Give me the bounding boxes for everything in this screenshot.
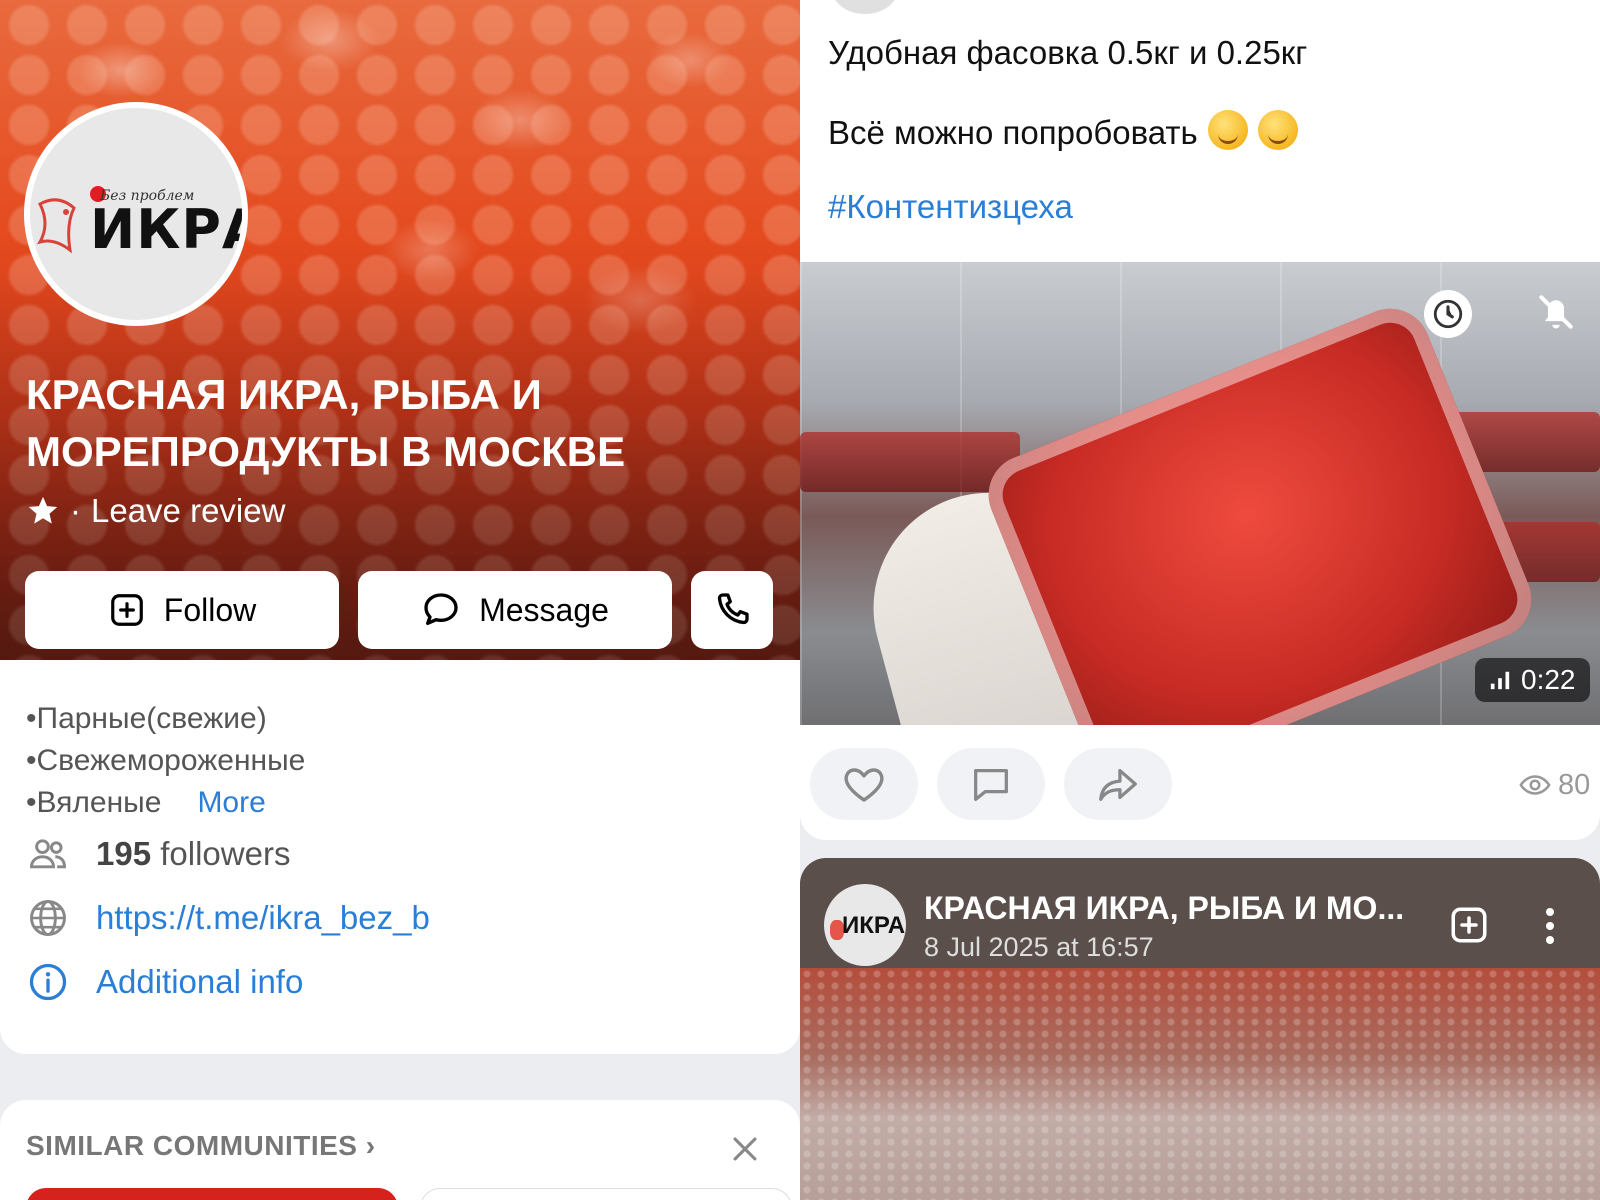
post-author-avatar[interactable] [832, 0, 898, 14]
description-line: •Парные(свежие) [26, 702, 267, 735]
community-avatar[interactable]: Без проблем ИКРА [24, 102, 248, 326]
description-line-last: •Вяленые More [26, 782, 305, 824]
followers-label: followers [160, 835, 291, 872]
like-button[interactable] [810, 748, 918, 820]
post-author-avatar[interactable]: ИКРА [824, 884, 906, 966]
phone-icon [717, 593, 749, 625]
post-text: Всё можно попробовать [828, 114, 1198, 151]
message-label: Message [479, 591, 609, 628]
hashtag-link[interactable]: #Контентизцеха [828, 188, 1073, 226]
share-button[interactable] [1064, 748, 1172, 820]
mute-icon[interactable] [1534, 290, 1578, 334]
background-shelf [800, 432, 1020, 492]
close-icon[interactable] [728, 1132, 762, 1166]
video-player[interactable]: 0:22 [800, 262, 1600, 725]
screen: Без проблем ИКРА КРАСНАЯ ИКРА, РЫБА И МО… [0, 0, 1600, 1200]
logo-title: ИКРА [90, 198, 248, 261]
people-icon [30, 839, 66, 869]
info-circle-icon [29, 963, 67, 1001]
fish-logo-icon [36, 198, 76, 254]
website-row[interactable]: https://t.me/ikra_bez_b [26, 896, 430, 940]
similar-title-text: SIMILAR COMMUNITIES [26, 1130, 358, 1161]
yum-emoji-icon [1207, 110, 1248, 150]
description-line: •Свежемороженные [26, 744, 306, 777]
signal-bars-icon [1490, 671, 1510, 690]
plus-square-icon[interactable] [1448, 904, 1490, 946]
website-link[interactable]: https://t.me/ikra_bez_b [96, 899, 430, 937]
drooling-emoji-icon [1257, 110, 1298, 150]
eye-icon [1519, 775, 1551, 795]
similar-community-card[interactable] [26, 1188, 398, 1200]
more-vertical-icon[interactable] [1544, 906, 1556, 946]
video-caviar-tub [976, 296, 1544, 725]
followers-count: 195 [96, 835, 152, 872]
post-text-line: Удобная фасовка 0.5кг и 0.25кг [828, 34, 1308, 71]
more-link[interactable]: More [197, 786, 265, 819]
message-button[interactable]: Message [358, 571, 672, 649]
globe-icon [30, 900, 66, 936]
video-duration-badge: 0:22 [1475, 658, 1590, 702]
wall-feed: Удобная фасовка 0.5кг и 0.25кг Всё можно… [800, 0, 1600, 1200]
description-line: •Вяленые [26, 786, 162, 819]
additional-info-row[interactable]: Additional info [26, 960, 303, 1004]
post-date: 8 Jul 2025 at 16:57 [924, 932, 1154, 962]
follow-label: Follow [163, 591, 257, 628]
community-profile: Без проблем ИКРА КРАСНАЯ ИКРА, РЫБА И МО… [0, 0, 800, 1200]
follow-button[interactable]: Follow [25, 571, 339, 649]
rating-separator: · [70, 492, 81, 529]
community-title: КРАСНАЯ ИКРА, РЫБА И МОРЕПРОДУКТЫ В МОСК… [26, 371, 626, 475]
clock-icon [1433, 299, 1463, 329]
chevron-right-icon: › [365, 1130, 376, 1161]
post-author-name[interactable]: КРАСНАЯ ИКРА, РЫБА И МО... [924, 890, 1414, 927]
similar-communities-title[interactable]: SIMILAR COMMUNITIES › [26, 1130, 376, 1162]
call-button[interactable] [691, 571, 773, 649]
video-duration: 0:22 [1521, 664, 1576, 695]
avatar-logo-text: ИКРА [842, 912, 906, 939]
followers-row[interactable]: 195 followers [26, 832, 290, 876]
post: ИКРА КРАСНАЯ ИКРА, РЫБА И МО... 8 Jul 20… [800, 858, 1600, 1200]
similar-community-card[interactable] [420, 1188, 792, 1200]
share-arrow-icon [1099, 768, 1137, 801]
post-text-line-2: Всё можно попробовать [828, 110, 1298, 152]
views-counter: 80 [1518, 768, 1590, 802]
comment-button[interactable] [937, 748, 1045, 820]
views-count: 80 [1558, 768, 1591, 801]
watch-later-button[interactable] [1424, 290, 1472, 338]
heart-icon [844, 768, 884, 802]
comment-icon [974, 768, 1008, 801]
chat-bubble-icon [424, 593, 458, 625]
post: Удобная фасовка 0.5кг и 0.25кг Всё можно… [800, 0, 1600, 840]
additional-info-link[interactable]: Additional info [96, 963, 303, 1001]
plus-square-icon [110, 594, 143, 626]
description: •Парные(свежие) •Свежемороженные •Вялены… [26, 698, 305, 824]
star-icon [28, 496, 58, 524]
about-section: •Парные(свежие) •Свежемороженные •Вялены… [0, 660, 800, 1054]
leave-review-link[interactable]: Leave review [91, 492, 285, 530]
similar-communities: SIMILAR COMMUNITIES › [0, 1100, 800, 1200]
rating-row[interactable]: · Leave review [26, 492, 285, 530]
